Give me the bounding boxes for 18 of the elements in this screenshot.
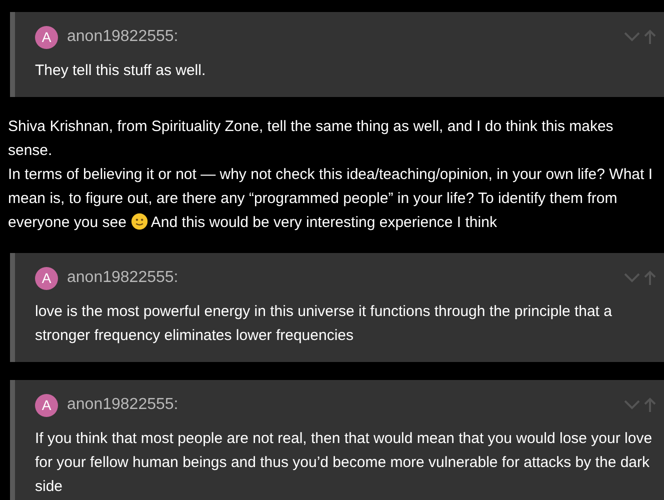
user-avatar[interactable]: A bbox=[35, 394, 58, 416]
arrow-up-icon[interactable] bbox=[644, 397, 656, 413]
quote-username[interactable]: anon19822555: bbox=[67, 25, 178, 49]
arrow-up-icon[interactable] bbox=[644, 29, 656, 45]
quote-username[interactable]: anon19822555: bbox=[67, 266, 178, 290]
chevron-down-icon[interactable] bbox=[624, 400, 640, 410]
post-text: In terms of believing it or not — why not check this idea/teaching/opinion, in your own life? What I mean is, to figure out, are there any “programmed people” in your life? To identify them from everyone you see And this would be very interesting experience I think bbox=[8, 165, 654, 233]
smiley-icon bbox=[130, 213, 148, 230]
chevron-down-icon[interactable] bbox=[624, 273, 640, 283]
user-avatar[interactable]: A bbox=[35, 266, 58, 290]
quote-text: love is the most powerful energy in this universe it functions through the principle that a stronger frequency eliminates lower frequencies bbox=[35, 302, 613, 346]
post-text: Shiva Krishnan, from Spirituality Zone, tell the same thing as well, and I do think this makes sense. bbox=[8, 117, 614, 161]
quote-text: They tell this stuff as well. bbox=[35, 61, 207, 81]
quote-username[interactable]: anon19822555: bbox=[67, 393, 178, 417]
arrow-up-icon[interactable] bbox=[644, 270, 656, 286]
user-avatar[interactable]: A bbox=[35, 26, 58, 48]
quote-text: If you think that most people are not real, then that would mean that you would lose your love for your fellow human beings and thus you’d become more vulnerable for attacks by the dark side bbox=[35, 429, 654, 497]
chevron-down-icon[interactable] bbox=[624, 32, 640, 42]
